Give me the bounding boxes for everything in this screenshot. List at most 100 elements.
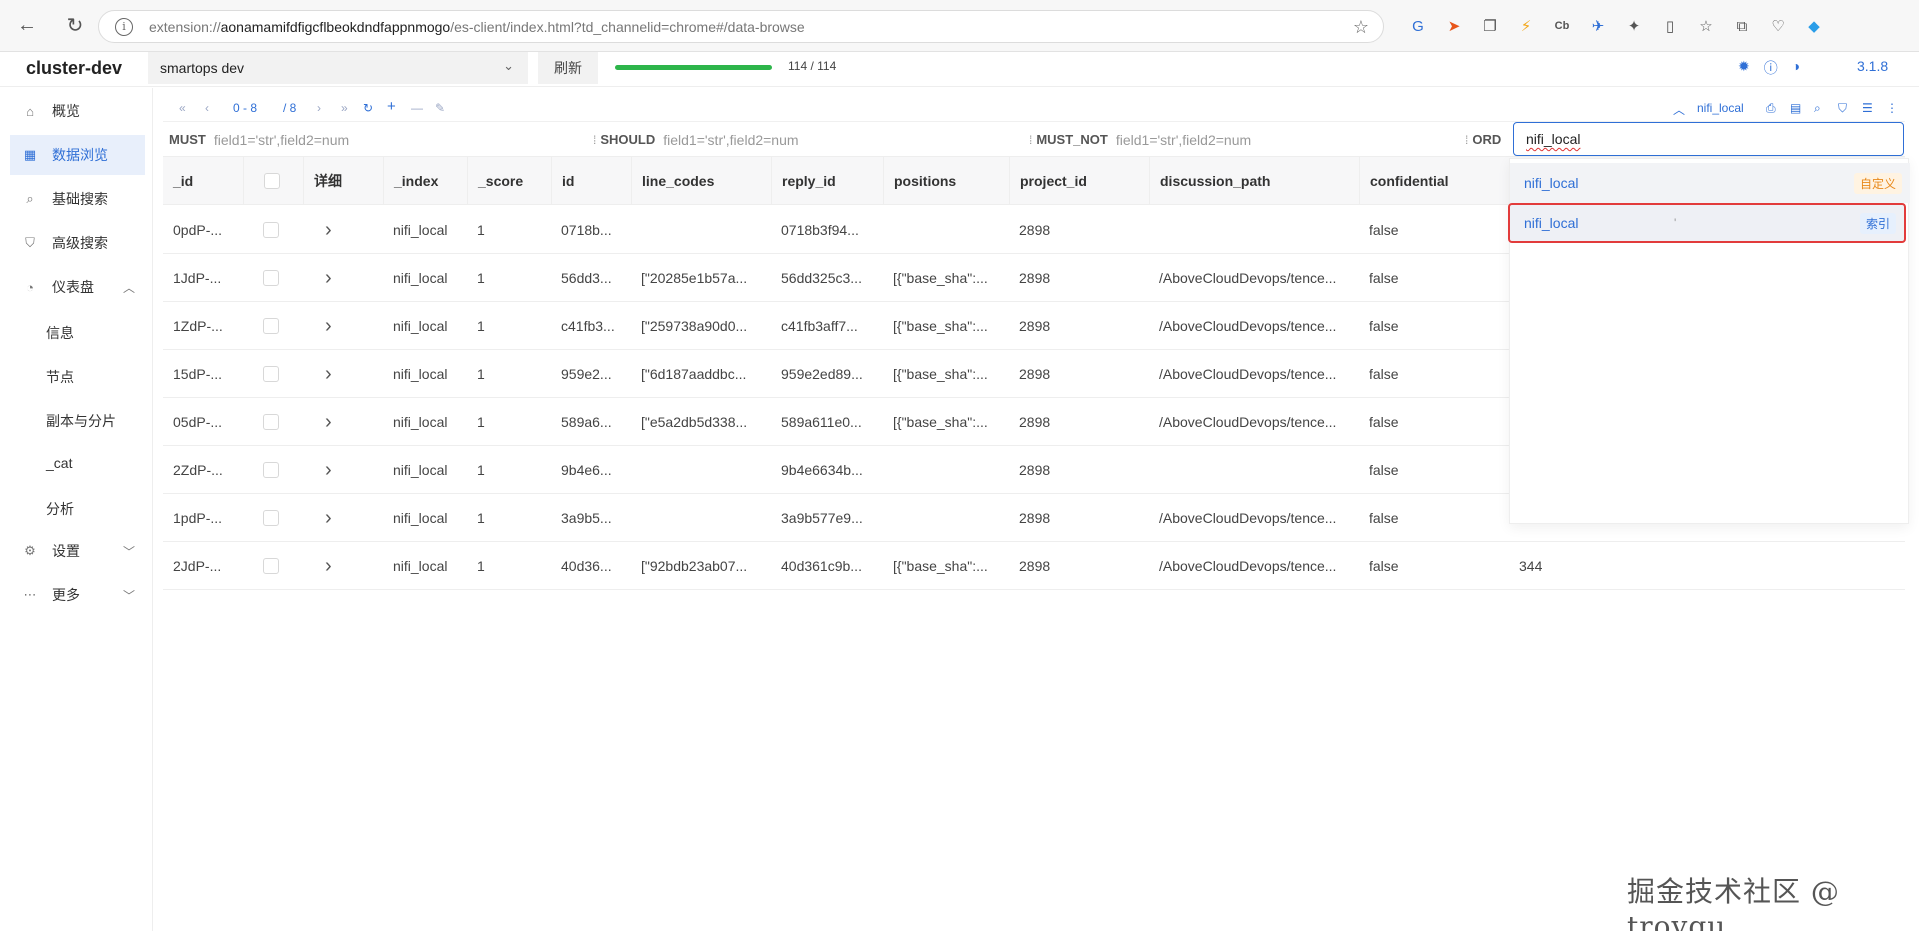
sidebar-subitem-cat[interactable]: _cat <box>46 455 72 471</box>
index-name[interactable]: nifi_local <box>1697 101 1744 115</box>
column-header[interactable]: _index <box>383 157 467 205</box>
drag-handle-icon[interactable]: ⁞ <box>1029 133 1032 147</box>
version-label[interactable]: 3.1.8 <box>1857 58 1888 74</box>
info-icon[interactable]: ⓘ <box>1764 58 1778 78</box>
drag-handle-icon[interactable]: ⁞ <box>593 133 596 147</box>
swift-icon[interactable]: ➤ <box>1436 14 1472 38</box>
row-checkbox[interactable] <box>263 414 279 430</box>
sidebar-item-advanced-search[interactable]: ⛉ 高级搜索 <box>10 223 145 263</box>
column-header[interactable]: _id <box>163 157 243 205</box>
table-row[interactable]: 2JdP-... › nifi_local 1 40d36... ["92bdb23ab0… <box>163 542 1905 590</box>
cell-id: 1pdP-... <box>173 510 223 526</box>
collections-icon[interactable]: ⧉ <box>1724 14 1760 38</box>
puzzle-icon[interactable]: ✦ <box>1616 14 1652 38</box>
site-info-icon[interactable]: i <box>115 17 133 36</box>
cluster-select[interactable]: smartops dev ⌄ <box>148 52 528 84</box>
theme-icon[interactable]: ◑ <box>1792 58 1800 78</box>
column-header[interactable]: _score <box>467 157 551 205</box>
select-all-checkbox[interactable] <box>264 173 280 189</box>
bug-icon[interactable]: ✹ <box>1738 58 1750 78</box>
more-vertical-icon[interactable]: ⋮ <box>1886 101 1898 115</box>
sidebar-subitem-analysis[interactable]: 分析 <box>46 499 74 519</box>
sidebar-subitem-nodes[interactable]: 节点 <box>46 367 74 387</box>
copilot-icon[interactable]: ◆ <box>1796 14 1832 38</box>
refresh-icon[interactable]: ↻ <box>363 101 373 115</box>
cell-score: 1 <box>477 318 485 334</box>
column-header[interactable]: positions <box>883 157 1009 205</box>
chevron-right-icon[interactable]: › <box>325 459 332 482</box>
row-checkbox[interactable] <box>263 558 279 574</box>
minus-icon[interactable]: — <box>411 101 423 115</box>
last-page-icon[interactable]: » <box>341 101 348 115</box>
row-checkbox[interactable] <box>263 270 279 286</box>
column-header[interactable]: discussion_path <box>1149 157 1359 205</box>
cell-positions: [{"base_sha":... <box>893 318 988 334</box>
add-icon[interactable]: + <box>387 98 396 115</box>
cb-icon[interactable]: Cb <box>1544 14 1580 38</box>
should-filter[interactable]: ⁞ SHOULD field1='str',field2=num <box>593 122 1023 157</box>
copy-icon[interactable]: ❐ <box>1472 14 1508 38</box>
cell-discussion-path: /AboveCloudDevops/tence... <box>1159 270 1337 286</box>
split-view-icon[interactable]: ▯ <box>1652 14 1688 38</box>
sidebar-item-data-browse[interactable]: ▦ 数据浏览 <box>10 135 145 175</box>
refresh-button[interactable]: 刷新 <box>538 52 598 84</box>
chevron-right-icon[interactable]: › <box>325 555 332 578</box>
must-filter[interactable]: MUST field1='str',field2=num <box>169 122 599 157</box>
cell-doc-id: 56dd3... <box>561 270 612 286</box>
address-bar[interactable]: i extension://aonamamifdfigcflbeokdndfap… <box>98 10 1384 43</box>
column-header[interactable]: confidential <box>1359 157 1509 205</box>
chevron-right-icon[interactable]: › <box>325 315 332 338</box>
filter-icon[interactable]: ⛉ <box>1838 101 1847 116</box>
must-not-placeholder: field1='str',field2=num <box>1115 131 1252 148</box>
row-checkbox[interactable] <box>263 462 279 478</box>
sidebar-item-basic-search[interactable]: ⌕ 基础搜索 <box>10 179 145 219</box>
bookmark-star-icon[interactable]: ☆ <box>1353 17 1369 38</box>
sidebar-item-settings[interactable]: ⚙ 设置 ﹀ <box>10 531 145 571</box>
list-icon[interactable]: ☰ <box>1862 101 1873 115</box>
cell-index: nifi_local <box>393 318 448 334</box>
sidebar-item-overview[interactable]: ⌂ 概览 <box>10 91 145 131</box>
cell-positions: [{"base_sha":... <box>893 366 988 382</box>
row-checkbox-cell <box>243 302 303 350</box>
favorites-icon[interactable]: ☆ <box>1688 14 1724 38</box>
paper-plane-icon[interactable]: ✈ <box>1580 14 1616 38</box>
reload-icon[interactable]: ↻ <box>62 13 88 39</box>
row-checkbox[interactable] <box>263 366 279 382</box>
next-page-icon[interactable]: › <box>317 101 321 115</box>
order-filter[interactable]: ⁞ ORD <box>1465 122 1515 157</box>
chevron-right-icon[interactable]: › <box>325 267 332 290</box>
table-icon[interactable]: ▤ <box>1790 101 1801 115</box>
column-header[interactable]: reply_id <box>771 157 883 205</box>
drag-handle-icon[interactable]: ⁞ <box>1465 133 1468 147</box>
column-header[interactable]: id <box>551 157 631 205</box>
collapse-up-icon[interactable]: ︿ <box>1673 101 1685 118</box>
print-icon[interactable]: ⎙ <box>1766 101 1776 116</box>
row-checkbox[interactable] <box>263 222 279 238</box>
chevron-right-icon[interactable]: › <box>325 411 332 434</box>
row-checkbox[interactable] <box>263 510 279 526</box>
column-header[interactable]: line_codes <box>631 157 771 205</box>
heart-pulse-icon[interactable]: ♡ <box>1760 14 1796 38</box>
row-checkbox[interactable] <box>263 318 279 334</box>
dropdown-option-custom[interactable]: nifi_local 自定义 <box>1510 163 1910 203</box>
chevron-right-icon[interactable]: › <box>325 219 332 242</box>
must-not-filter[interactable]: ⁞ MUST_NOT field1='str',field2=num <box>1029 122 1459 157</box>
translate-icon[interactable]: G <box>1400 14 1436 38</box>
sidebar-subitem-info[interactable]: 信息 <box>46 323 74 343</box>
index-search-input[interactable]: nifi_local <box>1513 122 1904 156</box>
sidebar-item-more[interactable]: ⋯ 更多 ﹀ <box>10 575 145 615</box>
search-icon[interactable]: ⌕ <box>1814 101 1821 116</box>
bolt-icon[interactable]: ⚡ <box>1508 14 1544 38</box>
first-page-icon[interactable]: « <box>179 101 186 115</box>
dropdown-option-mark: ' <box>1674 216 1677 230</box>
cell-positions: [{"base_sha":... <box>893 414 988 430</box>
chevron-right-icon[interactable]: › <box>325 363 332 386</box>
prev-page-icon[interactable]: ‹ <box>205 101 209 115</box>
chevron-right-icon[interactable]: › <box>325 507 332 530</box>
dropdown-option-index[interactable]: nifi_local ' 索引 <box>1508 203 1906 243</box>
edit-icon[interactable]: ✎ <box>435 101 445 115</box>
column-header[interactable]: project_id <box>1009 157 1149 205</box>
sidebar-item-dashboard[interactable]: ◔ 仪表盘 ︿ <box>10 267 145 307</box>
sidebar-subitem-shards[interactable]: 副本与分片 <box>46 411 116 431</box>
back-arrow-icon[interactable]: ← <box>14 13 40 39</box>
